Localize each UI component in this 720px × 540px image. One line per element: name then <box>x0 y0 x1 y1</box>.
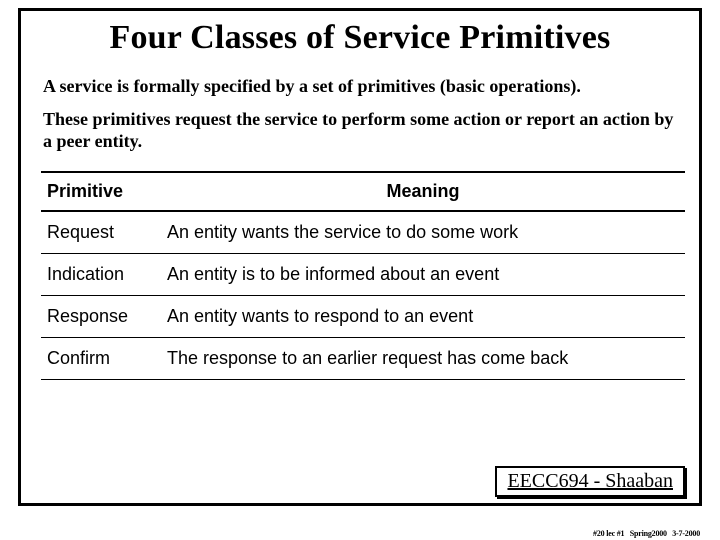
footer-course-box: EECC694 - Shaaban <box>495 466 685 497</box>
cell-meaning: The response to an earlier request has c… <box>161 337 685 379</box>
cell-meaning: An entity wants the service to do some w… <box>161 211 685 254</box>
primitives-table: Primitive Meaning Request An entity want… <box>41 171 685 380</box>
header-primitive: Primitive <box>41 172 161 211</box>
footer-tiny-text: #20 lec #1 Spring2000 3-7-2000 <box>593 529 700 538</box>
slide-frame: Four Classes of Service Primitives A ser… <box>18 8 702 506</box>
table-row: Confirm The response to an earlier reque… <box>41 337 685 379</box>
cell-primitive: Indication <box>41 253 161 295</box>
paragraph-2: These primitives request the service to … <box>43 108 677 153</box>
table-row: Indication An entity is to be informed a… <box>41 253 685 295</box>
cell-primitive: Confirm <box>41 337 161 379</box>
slide-body: A service is formally specified by a set… <box>21 57 699 380</box>
footer-course-label: EECC694 - Shaaban <box>507 470 673 492</box>
header-meaning: Meaning <box>161 172 685 211</box>
cell-meaning: An entity wants to respond to an event <box>161 295 685 337</box>
table-row: Request An entity wants the service to d… <box>41 211 685 254</box>
table-header-row: Primitive Meaning <box>41 172 685 211</box>
slide-title: Four Classes of Service Primitives <box>21 19 699 57</box>
table-row: Response An entity wants to respond to a… <box>41 295 685 337</box>
cell-primitive: Request <box>41 211 161 254</box>
paragraph-1: A service is formally specified by a set… <box>43 75 677 98</box>
cell-primitive: Response <box>41 295 161 337</box>
cell-meaning: An entity is to be informed about an eve… <box>161 253 685 295</box>
